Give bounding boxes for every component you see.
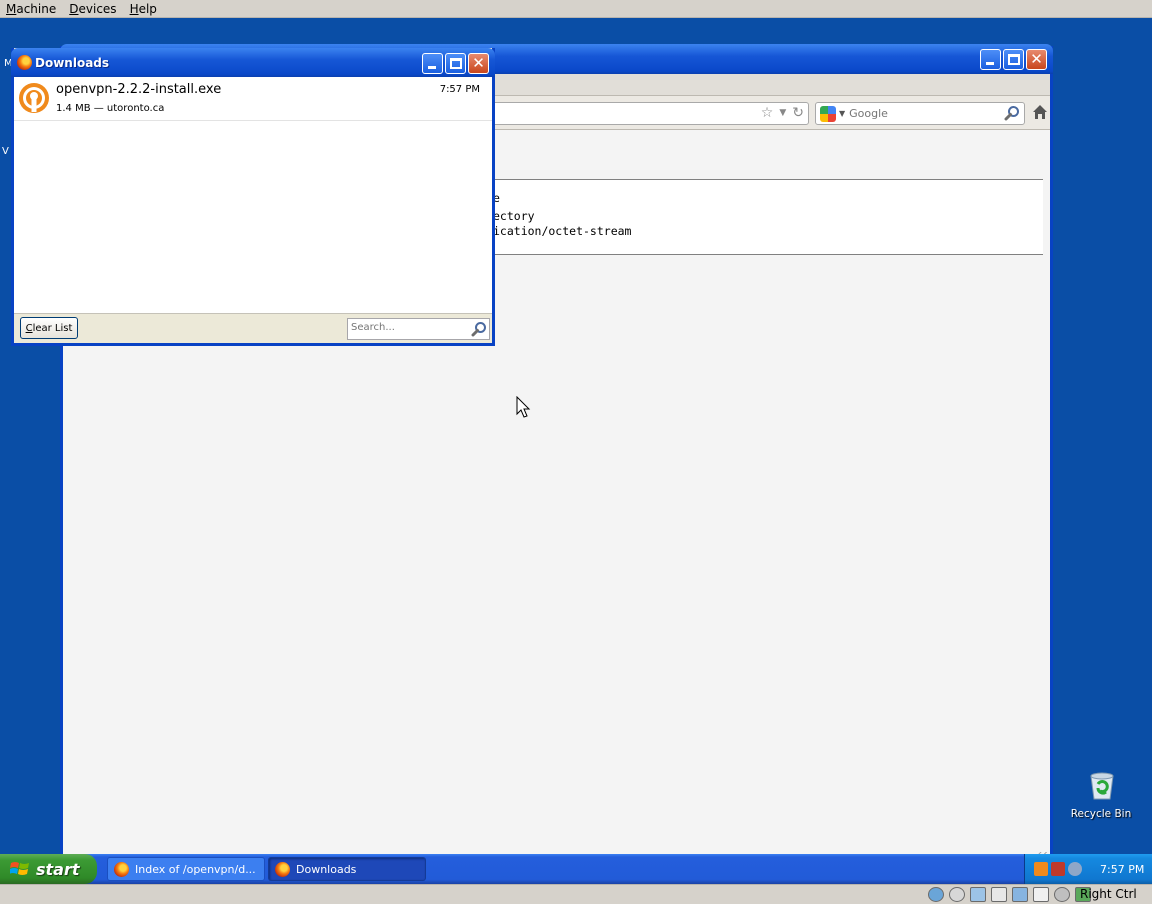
maximize-button[interactable] [445,53,466,74]
network-tray-icon[interactable] [1051,862,1065,876]
taskbar-item-label: Downloads [296,862,357,876]
minimize-icon [428,66,436,69]
close-button[interactable]: ✕ [468,53,489,74]
hard-disk-icon[interactable] [928,887,944,902]
recycle-bin[interactable]: Recycle Bin [1064,768,1138,828]
web-search-input[interactable] [849,107,1000,120]
desktop-icon-stub: V [2,146,9,157]
recycle-bin-label: Recycle Bin [1070,808,1132,820]
firefox-logo-icon [17,55,32,70]
mouse-integration-icon[interactable] [1054,887,1070,902]
listing-line[interactable]: ectory [493,209,535,223]
recycle-bin-icon [1090,772,1114,800]
engine-dropdown-icon[interactable]: ▼ [839,109,845,118]
network-adapter-icon[interactable] [970,887,986,902]
start-button[interactable]: start [0,854,97,884]
listing-line: ication/octet-stream [493,224,632,238]
downloads-list: openvpn-2.2.2-install.exe 1.4 MB — utoro… [14,77,492,314]
taskbar: start Index of /openvpn/d... Downloads 7… [0,854,1152,884]
downloads-search-box[interactable] [347,318,490,340]
web-search-bar[interactable]: ▼ [815,102,1025,125]
desktop: M V ✕ ☆ ▼ ↻ ▼ Google e ectory ication/oc… [0,18,1152,854]
taskbar-item-downloads[interactable]: Downloads [268,857,426,881]
minimize-icon [986,62,994,65]
maximize-icon [1008,54,1020,65]
url-bar[interactable]: ☆ ▼ ↻ [443,102,809,125]
close-icon: ✕ [472,54,485,72]
taskbar-item-firefox[interactable]: Index of /openvpn/d... [107,857,265,881]
mouse-cursor-icon [516,396,531,418]
firefox-logo-icon [275,861,290,877]
download-time: 7:57 PM [439,84,480,95]
usb-icon[interactable] [991,887,1007,902]
menu-help[interactable]: Help [130,2,157,16]
close-icon: ✕ [1030,50,1043,68]
speaker-tray-icon[interactable] [1068,862,1082,876]
optical-drive-icon[interactable] [949,887,965,902]
openvpn-tray-icon[interactable] [1034,862,1048,876]
openvpn-icon [19,83,49,113]
history-dropdown-icon[interactable]: ▼ [779,108,786,118]
vbox-statusbar: Right Ctrl [0,884,1152,904]
downloads-title: Downloads [35,56,110,70]
start-label: start [36,859,80,879]
windows-logo-icon [10,862,29,875]
downloads-titlebar[interactable]: Downloads ✕ [11,48,495,77]
menu-machine[interactable]: Machine [6,2,56,16]
minimize-button[interactable] [422,53,443,74]
taskbar-clock: 7:57 PM [1100,862,1145,876]
downloads-window: Downloads ✕ openvpn-2.2.2-install.exe 1.… [11,48,495,346]
search-icon[interactable] [1004,105,1020,121]
vbox-menubar: Machine Devices Help [0,0,1152,18]
downloads-search-input[interactable] [351,322,466,333]
close-button[interactable]: ✕ [1026,49,1047,70]
clear-list-button[interactable]: Clear List [20,317,78,339]
host-key-label: Right Ctrl [1080,887,1137,901]
download-status: 1.4 MB — utoronto.ca [56,103,165,114]
downloads-bottom-bar: Clear List [14,314,492,343]
home-icon[interactable] [1032,104,1048,120]
taskbar-item-label: Index of /openvpn/d... [135,862,256,876]
bookmark-star-icon[interactable]: ☆ [761,105,774,121]
menu-devices[interactable]: Devices [69,2,116,16]
system-tray: 7:57 PM [1024,854,1152,884]
firefox-logo-icon [114,861,129,877]
maximize-icon [450,58,462,69]
search-icon[interactable] [471,321,487,337]
download-filename: openvpn-2.2.2-install.exe [56,82,222,97]
download-item[interactable]: openvpn-2.2.2-install.exe 1.4 MB — utoro… [14,77,492,121]
maximize-button[interactable] [1003,49,1024,70]
google-engine-icon[interactable] [820,105,836,122]
minimize-button[interactable] [980,49,1001,70]
virtualization-icon[interactable] [1033,887,1049,902]
shared-folders-icon[interactable] [1012,887,1028,902]
reload-icon[interactable]: ↻ [792,105,804,121]
